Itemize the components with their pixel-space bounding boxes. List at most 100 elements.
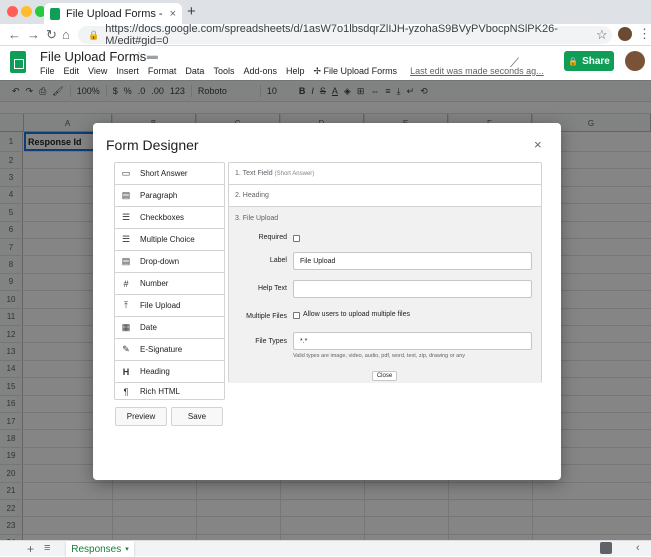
dialog-title: Form Designer [106,137,199,153]
menu-data[interactable]: Data [185,66,204,77]
back-arrow-icon[interactable]: ← [8,27,21,42]
palette-item-multiple-choice[interactable]: ☰ Multiple Choice [115,229,224,251]
explore-icon[interactable] [600,542,612,554]
required-checkbox[interactable] [293,235,300,242]
menu-addons[interactable]: Add-ons [243,66,277,77]
palette-item-label: Rich HTML [140,387,181,396]
browser-tab-bar: File Upload Forms - Google Sh × + [0,0,651,24]
save-button[interactable]: Save [171,407,223,426]
url-text: https://docs.google.com/spreadsheets/d/1… [105,23,558,47]
sheet-tab-responses[interactable]: Responses ▾ [66,541,134,557]
field-label: 1. Text Field [235,170,273,177]
sheet-tab-bar: + ≡ Responses ▾ ‹ [0,540,651,557]
star-icon[interactable]: ☆ [596,27,608,43]
home-icon[interactable]: ⌂ [62,27,70,42]
palette-item-checkboxes[interactable]: ☰ Checkboxes [115,207,224,229]
palette-item-short-answer[interactable]: ▭ Short Answer [115,163,224,185]
number-hash-icon: # [123,278,129,289]
add-sheet-button[interactable]: + [27,542,34,556]
file-types-label: File Types [255,338,287,345]
label-label: Label [269,257,287,264]
tab-title: File Upload Forms - Google Sh [66,7,166,20]
menu-file-upload-forms[interactable]: ✢ File Upload Forms [314,66,398,77]
multiple-files-label: Multiple Files [246,313,287,320]
file-upload-icon: ⤒ [124,300,128,310]
multiple-files-text: Allow users to upload multiple files [303,311,410,318]
menu-view[interactable]: View [88,66,107,77]
lock-icon: 🔒 [568,56,579,66]
tab-close-icon[interactable]: × [170,8,176,20]
menu-format[interactable]: Format [148,66,177,77]
palette-item-label: Drop-down [140,257,180,266]
collapse-icon[interactable]: ‹ [636,542,640,554]
field-label: 2. Heading [235,192,269,199]
palette-item-file-upload[interactable]: ⤒ File Upload [115,295,224,317]
sheet-tab-label: Responses [71,543,122,555]
palette-item-number[interactable]: # Number [115,273,224,295]
menu-help[interactable]: Help [286,66,305,77]
palette-item-label: Number [140,279,169,288]
menu-edit[interactable]: Edit [64,66,80,77]
checkboxes-icon: ☰ [121,212,131,222]
sheets-logo-icon[interactable] [10,51,26,73]
multiple-files-checkbox[interactable] [293,312,300,319]
profile-avatar[interactable] [618,27,632,41]
form-designer-dialog: Form Designer × ▭ Short Answer ▤ Paragra… [93,123,561,480]
palette-item-label: File Upload [140,301,181,310]
palette-item-label: Checkboxes [140,213,185,222]
palette-item-heading[interactable]: H Heading [115,361,224,383]
preview-button[interactable]: Preview [115,407,167,426]
share-button[interactable]: 🔒 Share [564,51,614,71]
palette-item-label: Short Answer [140,169,188,178]
star-folder-icons[interactable]: ☆ ▬ [134,49,158,62]
minimize-window-dot[interactable] [21,6,32,17]
field-label[interactable]: 3. File Upload [235,215,278,222]
paragraph-icon: ▤ [121,190,131,200]
sheets-header: File Upload Forms ☆ ▬ File Edit View Ins… [0,46,651,80]
menu-kebab-icon[interactable]: ⋮ [638,26,651,42]
palette-item-e-signature[interactable]: ✎ E-Signature [115,339,224,361]
activity-trend-icon[interactable]: ⟋ [510,55,519,71]
document-title[interactable]: File Upload Forms [40,49,146,64]
help-text-input[interactable] [293,280,532,298]
signature-icon: ✎ [122,344,130,354]
all-sheets-button[interactable]: ≡ [44,542,50,554]
forward-arrow-icon[interactable]: → [27,27,40,42]
heading-icon: H [122,366,130,377]
palette-item-rich-html[interactable]: ¶ Rich HTML [115,383,224,400]
share-label: Share [582,55,610,67]
label-input[interactable]: File Upload [293,252,532,270]
palette-item-label: Date [140,323,157,332]
form-field-file-upload-expanded: 3. File Upload Required Label File Uploa… [229,207,541,383]
lock-icon: 🔒 [88,29,100,40]
address-bar-row: ← → ↻ ⌂ 🔒 https://docs.google.com/spread… [0,23,651,47]
palette-item-label: Multiple Choice [140,235,195,244]
close-field-button[interactable]: Close [372,371,397,381]
account-avatar[interactable] [625,51,645,71]
menu-insert[interactable]: Insert [116,66,139,77]
reload-icon[interactable]: ↻ [46,27,57,43]
file-types-hint: Valid types are image, video, audio, pdf… [293,353,466,359]
close-icon[interactable]: × [534,137,542,152]
menu-file[interactable]: File [40,66,55,77]
form-field-heading[interactable]: 2. Heading [229,185,541,207]
close-window-dot[interactable] [7,6,18,17]
new-tab-icon[interactable]: + [187,3,196,20]
palette-item-label: E-Signature [140,345,183,354]
palette-item-dropdown[interactable]: ▤ Drop-down [115,251,224,273]
last-edit-link[interactable]: Last edit was made seconds ag... [410,66,544,77]
dropdown-icon: ▤ [121,256,131,266]
short-answer-icon: ▭ [121,168,131,178]
palette-item-paragraph[interactable]: ▤ Paragraph [115,185,224,207]
file-types-input[interactable]: *.* [293,332,532,350]
help-text-label: Help Text [257,285,287,292]
required-label: Required [258,234,287,241]
menu-tools[interactable]: Tools [213,66,234,77]
browser-tab[interactable]: File Upload Forms - Google Sh × [44,3,182,24]
form-canvas: 1. Text Field (Short Answer) 2. Heading … [228,162,542,383]
field-palette: ▭ Short Answer ▤ Paragraph ☰ Checkboxes … [114,162,225,400]
url-input[interactable]: 🔒 https://docs.google.com/spreadsheets/d… [78,23,612,47]
form-field-text[interactable]: 1. Text Field (Short Answer) [229,163,541,185]
palette-item-date[interactable]: ▦ Date [115,317,224,339]
sheets-favicon-icon [50,7,60,20]
